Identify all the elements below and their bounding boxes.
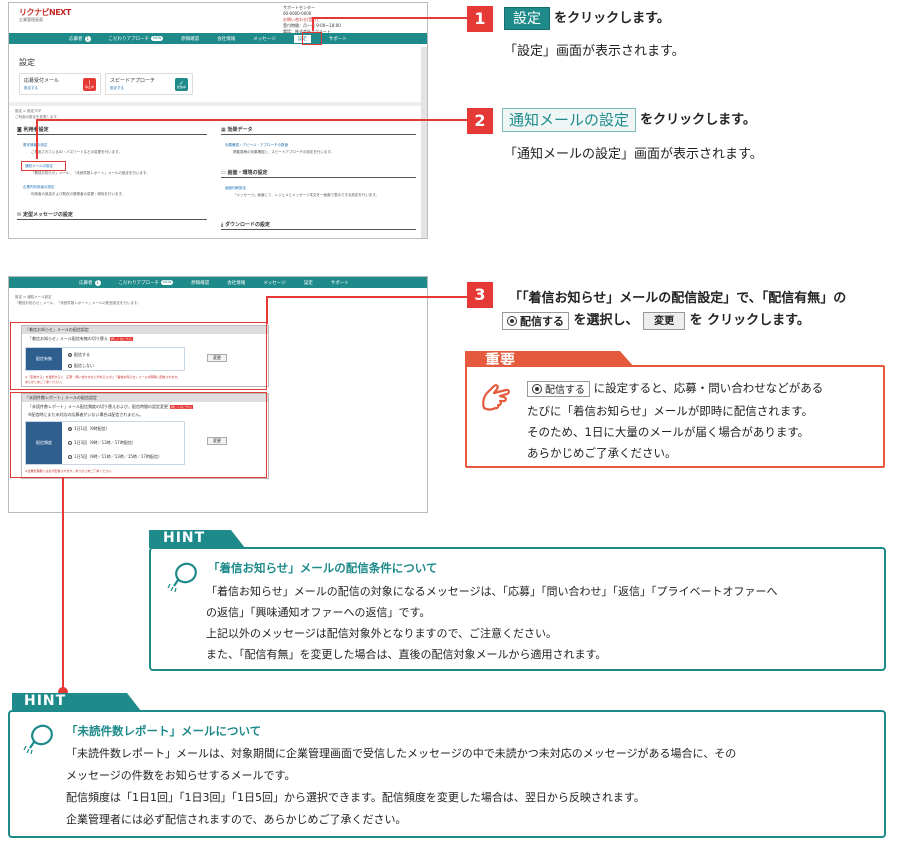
divider [9, 102, 427, 106]
highlight-notification-link [21, 161, 66, 171]
card-link[interactable]: 設定する [110, 86, 124, 91]
hint1-title: 「着信お知らせ」メールの配信条件について [208, 561, 438, 575]
card-link[interactable]: 設定する [24, 86, 38, 91]
nav-approach[interactable]: こだわりアプローチ NEW [119, 280, 174, 286]
hint1-line4: また、「配信有無」を変更した場合は、直後の配信対象メールから適用されます。 [206, 648, 607, 661]
section-download: ⤓ ダウンロードの設定 [221, 221, 416, 230]
nav-message[interactable]: メッセージ [253, 36, 275, 42]
connector-line-1 [312, 17, 469, 19]
nav-message[interactable]: メッセージ [263, 280, 285, 286]
hint1-line1: 「着信お知らせ」メールの配信の対象になるメッセージは、「応募」「問い合わせ」「返… [206, 585, 778, 598]
step-2-result: 「通知メールの設定」画面が表示されます。 [504, 147, 763, 162]
desc-internal-users: 利用者の追加および既存の登録者の変更・削除を行います。 [31, 192, 126, 196]
hint2-line4: 企業管理者には必ず配信されますので、あらかじめご了承ください。 [66, 813, 407, 826]
step-1-bar [487, 6, 491, 32]
section-message-template: ✉ 定型メッセージの設定 [17, 211, 207, 220]
notification-button-image: 通知メールの設定 [502, 108, 637, 132]
hint2-line2: メッセージの件数をお知らせするメールです。 [66, 769, 296, 782]
step-1-instruction: 設定 をクリックします。 [504, 7, 670, 30]
section-display: ▭ 画面・環境の設定 [221, 169, 416, 178]
settings-button-image: 設定 [504, 7, 550, 30]
card-speed-approach[interactable]: スピードアプローチ 設定する ✓ 配信中 [105, 73, 193, 95]
link-display[interactable]: 画面印刷設定 [225, 186, 246, 191]
nav-company[interactable]: 会社情報 [227, 280, 245, 286]
step-2-instruction: 通知メールの設定 をクリックします。 [502, 108, 756, 132]
card-application-mail[interactable]: 応募受付メール 設定する ! 停止中 [19, 73, 101, 95]
step-1-result: 「設定」画面が表示されます。 [504, 44, 685, 59]
highlight-unread-section [10, 392, 267, 478]
change-button-image: 変更 [643, 311, 686, 330]
alert-icon: ! 停止中 [83, 78, 96, 91]
page-title: 設定 [19, 58, 35, 67]
nav-badge: 1 [84, 35, 91, 42]
hint1-line2: の返信」「興味通知オファーへの返信」です。 [206, 606, 431, 619]
step-3-line1: 「「着信お知らせ」メールの配信設定」で、「配信有無」の [509, 291, 847, 306]
page-description: 「着信お知らせ」メール、「未読件数レポート」メールの配信設定を行います。 [15, 301, 141, 305]
important-line2: たびに「着信お知らせ」メールが即時に配信されます。 [527, 404, 814, 418]
card-title: スピードアプローチ [110, 78, 156, 84]
nav-company[interactable]: 会社情報 [217, 36, 235, 42]
desc-effect: 掲載原稿の効果確認と、スピードアプローチの設定を行います。 [233, 150, 335, 154]
connector-line-3 [266, 296, 469, 298]
important-line3: そのため、1日に大量のメールが届く場合があります。 [527, 425, 810, 439]
support-box: サポートセンター 00-0000-0000 お問い合わせ(受付) 受付時間：月〜… [283, 5, 423, 35]
radio-deliver-image: 配信する [502, 311, 569, 330]
nav-manuscript[interactable]: 原稿確認 [181, 36, 199, 42]
radio-on-icon [507, 315, 517, 326]
highlight-incoming-section [10, 322, 267, 390]
section-effect-data: ▦ 効果データ [221, 126, 416, 135]
hint1-line3: 上記以外のメッセージは配信対象外となりますので、ご注意ください。 [206, 627, 558, 640]
nav-bar: 応募者 1 こだわりアプローチ NEW 原稿確認 会社情報 メッセージ 設定 サポー… [9, 33, 427, 44]
nav-pill: NEW [151, 36, 164, 41]
nav-approach[interactable]: こだわりアプローチ NEW [109, 36, 164, 42]
step-3-bar [487, 282, 491, 308]
pointing-hand-icon [482, 384, 510, 411]
breadcrumb: 設定 > 設定TOP [15, 109, 42, 113]
nav-support[interactable]: サポート [329, 36, 347, 42]
brand-subtitle: 企業管理画面 [19, 17, 43, 22]
important-line4: あらかじめご了承ください。 [527, 446, 677, 460]
hint2-title: 「未読件数レポート」メールについて [66, 724, 262, 738]
connector-line-2-drop [36, 119, 38, 159]
nav-bar: 応募者 1 こだわりアプローチ NEW 原稿確認 会社情報 メッセージ 設定 サポー… [9, 277, 427, 288]
link-effect[interactable]: 効果確認・アピール・アプローチの数値 [225, 143, 288, 148]
connector-line-3-drop [266, 296, 268, 324]
important-line1: 配信する に設定すると、応募・問い合わせなどがある [527, 380, 823, 397]
desc-notification-mail: 「着信お知らせ」メール、「未読件数レポート」メールの設定を行います。 [31, 171, 150, 175]
nav-support[interactable]: サポート [331, 280, 349, 286]
connector-line-hint2 [62, 477, 64, 690]
breadcrumb: 設定 > 通知メール設定 [15, 295, 52, 299]
hint2-label: HINT [24, 693, 67, 709]
lightbulb-icon [167, 562, 197, 593]
connector-line-2 [36, 119, 469, 121]
nav-applicants[interactable]: 応募者 1 [69, 35, 91, 42]
highlight-settings-tab [302, 32, 322, 45]
nav-settings[interactable]: 設定 [304, 280, 313, 286]
desc-basic-info: ご利用されているID・パスワードなどの変更を行います。 [31, 150, 122, 154]
hint1-label: HINT [163, 530, 206, 546]
nav-applicants[interactable]: 応募者 1 [79, 279, 101, 286]
desc-display: 「メッセージ」画面にて、レジュメとメッセージ本文を一画面で表示できる設定を行いま… [233, 193, 380, 197]
nav-manuscript[interactable]: 原稿確認 [191, 280, 209, 286]
check-icon: ✓ 配信中 [175, 78, 188, 91]
radio-on-icon [532, 383, 542, 394]
radio-deliver-image: 配信する [527, 380, 590, 397]
lightbulb-icon [23, 724, 53, 755]
scrollbar[interactable] [421, 47, 427, 238]
section-user-settings: ◙ 利用者設定 [17, 126, 207, 135]
link-internal-users[interactable]: 企業内利用者の設定 [23, 185, 55, 190]
hint2-line3: 配信頻度は「1日1回」「1日3回」「1日5回」から選択できます。配信頻度を変更し… [66, 791, 645, 804]
step-3-line2: 配信する を選択し、 変更 を クリックします。 [502, 309, 810, 330]
card-title: 応募受付メール [24, 78, 60, 84]
hint2-line1: 「未読件数レポート」メールは、対象期間に企業管理画面で受信したメッセージの中で未… [66, 747, 737, 760]
step-2-bar [487, 108, 491, 134]
connector-line-1-drop [312, 17, 314, 31]
user-icon: ◙ [17, 127, 24, 133]
